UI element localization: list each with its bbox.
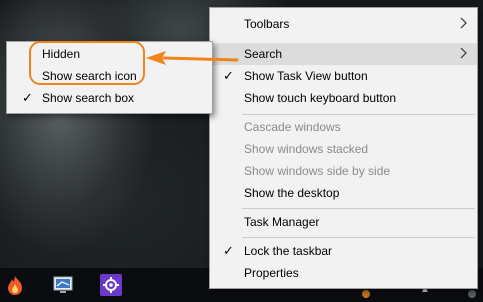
menu-item-show-windows-stacked: Show windows stacked [210, 138, 477, 160]
menu-item-cascade-windows: Cascade windows [210, 116, 477, 138]
checkmark-icon: ✓ [223, 243, 234, 258]
menu-item-show-task-view[interactable]: ✓ Show Task View button [210, 65, 477, 87]
flame-app-icon[interactable] [4, 274, 26, 296]
menu-item-search[interactable]: Search [210, 43, 477, 65]
submenu-item-show-search-box[interactable]: ✓ Show search box [7, 87, 212, 109]
menu-item-label: Show Task View button [244, 69, 368, 83]
checkmark-icon: ✓ [223, 68, 234, 83]
menu-item-label: Search [244, 47, 283, 61]
tray-status-icon[interactable] [362, 290, 370, 298]
menu-item-show-windows-side-by-side: Show windows side by side [210, 160, 477, 182]
annotation-highlight-box [29, 41, 145, 85]
menu-item-lock-the-taskbar[interactable]: ✓ Lock the taskbar [210, 240, 477, 262]
annotation-arrow-icon [146, 51, 239, 65]
chevron-right-icon [460, 47, 467, 59]
menu-separator [242, 237, 475, 238]
menu-separator [242, 114, 475, 115]
gear-app-icon[interactable] [100, 274, 122, 296]
menu-item-label: Task Manager [244, 215, 320, 229]
menu-item-label: Show the desktop [244, 186, 340, 200]
menu-item-label: Cascade windows [244, 120, 341, 134]
menu-item-show-the-desktop[interactable]: Show the desktop [210, 182, 477, 204]
checkmark-icon: ✓ [22, 90, 33, 105]
tray-network-icon[interactable] [468, 290, 476, 298]
taskbar-context-menu: Toolbars Search ✓ Show Task View button … [209, 7, 478, 289]
menu-item-label: Show touch keyboard button [244, 91, 397, 105]
monitor-app-icon[interactable] [52, 274, 74, 296]
menu-item-task-manager[interactable]: Task Manager [210, 211, 477, 233]
menu-item-label: Show windows side by side [244, 164, 391, 178]
menu-item-show-touch-keyboard[interactable]: Show touch keyboard button [210, 87, 477, 109]
menu-item-label: Show windows stacked [244, 142, 369, 156]
menu-item-properties[interactable]: Properties [210, 262, 477, 284]
menu-item-label: Toolbars [244, 17, 290, 31]
menu-item-label: Lock the taskbar [244, 244, 333, 258]
chevron-right-icon [460, 17, 467, 29]
menu-item-label: Show search box [42, 91, 135, 105]
menu-item-label: Properties [244, 266, 299, 280]
menu-separator [242, 208, 475, 209]
menu-item-toolbars[interactable]: Toolbars [210, 13, 477, 35]
